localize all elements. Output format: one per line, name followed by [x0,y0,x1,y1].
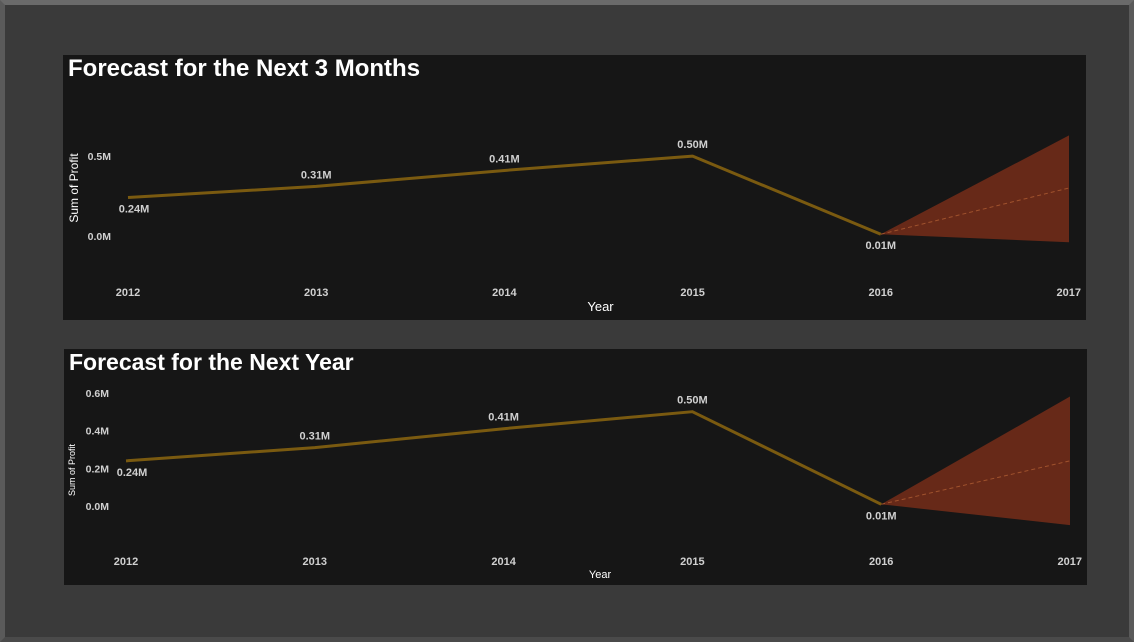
x-tick-label: 2012 [114,556,138,568]
x-tick-label: 2013 [303,556,327,568]
data-label: 0.24M [117,467,148,479]
forecast-3-months-panel[interactable]: Forecast for the Next 3 Months 0.24M 0.31… [63,55,1086,320]
x-tick-label: 2014 [491,556,516,568]
data-label: 0.31M [301,169,332,181]
series-line [125,410,882,506]
forecast-next-year-chart[interactable]: 0.24M 0.31M 0.41M 0.50M 0.01M 2012 2013 2014 201… [64,349,1087,585]
x-tick-label: 2013 [304,287,328,299]
x-tick-label: 2017 [1058,556,1082,568]
y-tick-label: 0.0M [86,501,110,513]
x-tick-label: 2016 [869,287,893,299]
x-tick-label: 2016 [869,556,893,568]
x-tick-label: 2015 [680,287,704,299]
data-label: 0.50M [677,395,708,407]
y-tick-label: 0.4M [86,426,110,438]
data-label: 0.24M [119,204,150,216]
data-label: 0.01M [866,510,897,522]
x-tick-label: 2014 [492,287,517,299]
data-label: 0.31M [300,431,331,443]
data-label: 0.41M [489,153,520,165]
y-tick-label: 0.6M [86,388,110,400]
data-label: 0.41M [488,412,519,424]
series-line [127,154,882,236]
y-tick-label: 0.5M [88,151,112,163]
data-label: 0.01M [866,240,897,252]
forecast-next-year-panel[interactable]: Forecast for the Next Year 0.24M 0.31M 0.4… [64,349,1087,585]
y-axis-title: Sum of Profit [67,443,77,496]
x-tick-label: 2015 [680,556,704,568]
x-tick-label: 2017 [1057,287,1081,299]
forecast-band [881,396,1070,526]
y-tick-label: 0.0M [88,231,112,243]
forecast-3-months-chart[interactable]: 0.24M 0.31M 0.41M 0.50M 0.01M 2012 2013 2014 201… [63,55,1086,320]
y-axis-title: Sum of Profit [67,153,81,223]
x-axis-title: Year [587,299,614,314]
y-tick-label: 0.2M [86,463,110,475]
data-label: 0.50M [677,139,708,151]
x-axis-title: Year [589,569,612,581]
forecast-band [880,135,1069,243]
x-tick-label: 2012 [116,287,140,299]
